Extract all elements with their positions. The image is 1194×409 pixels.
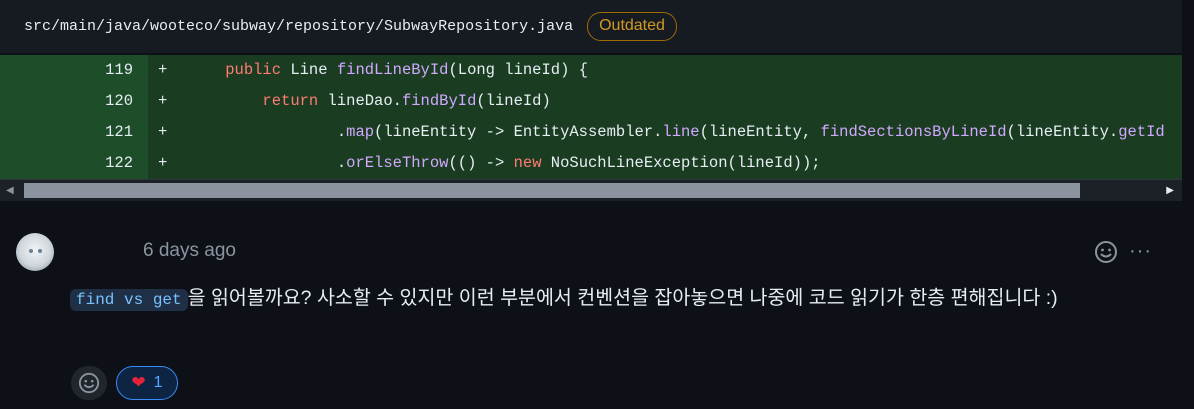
avatar-eye [29, 249, 33, 253]
diff-line: 122 + .orElseThrow(() -> new NoSuchLineE… [0, 148, 1182, 179]
code-token: (lineId) [476, 92, 551, 110]
code-token: . [336, 123, 347, 141]
comment-body: find vs get 을 읽어볼까요? 사소할 수 있지만 이런 부분에서 컨벤… [70, 282, 1170, 316]
line-code: + public Line findLineById(Long lineId) … [148, 55, 1182, 86]
code-token: . [336, 154, 347, 172]
code-token: (lineEntity. [1006, 123, 1119, 141]
line-code: + .map(lineEntity -> EntityAssembler.lin… [148, 117, 1182, 148]
avatar[interactable] [16, 233, 54, 271]
smiley-icon[interactable] [1094, 240, 1118, 264]
function-name: line [662, 123, 700, 141]
code-token: (lineEntity -> EntityAssembler. [374, 123, 663, 141]
horizontal-scrollbar[interactable]: ◀ ▶ [0, 179, 1182, 201]
code-token: (() -> [448, 154, 514, 172]
file-header: src/main/java/wooteco/subway/repository/… [0, 0, 1182, 53]
line-code: + return lineDao.findById(lineId) [148, 86, 1182, 117]
diff-line: 119 + public Line findLineById(Long line… [0, 55, 1182, 86]
scroll-left-icon[interactable]: ◀ [6, 185, 14, 196]
more-options-icon[interactable]: ··· [1129, 240, 1152, 263]
inline-code: find vs get [70, 289, 188, 311]
function-name: findSectionsByLineId [820, 123, 1007, 141]
scrollbar-thumb[interactable] [24, 183, 1080, 198]
avatar-eye [38, 249, 42, 253]
line-number[interactable]: 120 [0, 86, 148, 117]
heart-reaction-button[interactable]: ❤ 1 [116, 366, 178, 400]
keyword: new [513, 154, 542, 172]
function-name: orElseThrow [346, 154, 449, 172]
line-number[interactable]: 121 [0, 117, 148, 148]
add-reaction-button[interactable] [71, 366, 107, 400]
keyword: public [225, 61, 282, 79]
line-number[interactable]: 122 [0, 148, 148, 179]
diff-line: 121 + .map(lineEntity -> EntityAssembler… [0, 117, 1182, 148]
added-marker: + [158, 61, 168, 79]
scroll-right-icon[interactable]: ▶ [1166, 185, 1174, 196]
file-path[interactable]: src/main/java/wooteco/subway/repository/… [24, 18, 573, 35]
code-token: lineDao. [318, 92, 402, 110]
page-edge [1182, 0, 1194, 409]
comment-timestamp[interactable]: 6 days ago [143, 240, 236, 262]
diff-view: 119 + public Line findLineById(Long line… [0, 55, 1182, 179]
added-marker: + [158, 92, 168, 110]
diff-line: 120 + return lineDao.findById(lineId) [0, 86, 1182, 117]
code-token: Line [281, 61, 337, 79]
comment-text: 을 읽어볼까요? 사소할 수 있지만 이런 부분에서 컨벤션을 잡아놓으면 나중… [187, 287, 1058, 309]
line-number[interactable]: 119 [0, 55, 148, 86]
outdated-badge: Outdated [587, 12, 677, 41]
function-name: getId [1118, 123, 1165, 141]
added-marker: + [158, 154, 168, 172]
function-name: findById [401, 92, 477, 110]
heart-icon: ❤ [131, 373, 146, 392]
smiley-icon [78, 372, 100, 394]
function-name: map [346, 123, 375, 141]
code-token: (lineEntity, [699, 123, 821, 141]
keyword: return [262, 92, 319, 110]
line-code: + .orElseThrow(() -> new NoSuchLineExcep… [148, 148, 1182, 179]
reaction-count: 1 [153, 374, 163, 391]
added-marker: + [158, 123, 168, 141]
function-name: findLineById [336, 61, 449, 79]
code-token: NoSuchLineException(lineId)); [541, 154, 821, 172]
code-token: (Long lineId) { [448, 61, 588, 79]
